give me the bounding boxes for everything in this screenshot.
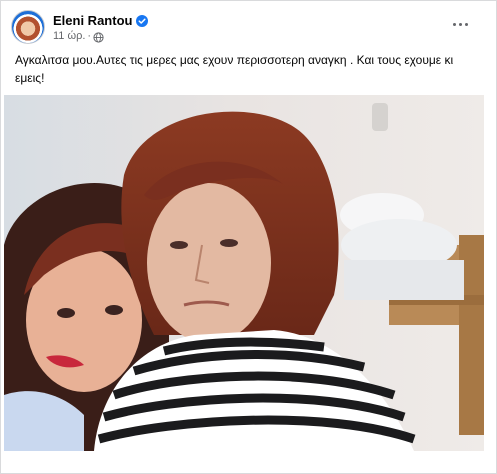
facebook-post: Eleni Rantou 11 ώρ. · Αγκαλιτσα μου.Αυτε… — [0, 0, 497, 474]
post-photo[interactable] — [4, 95, 484, 451]
post-time[interactable]: 11 ώρ. — [53, 30, 85, 42]
timestamp-row: 11 ώρ. · — [53, 29, 148, 43]
separator: · — [87, 29, 92, 42]
more-options-icon[interactable] — [448, 17, 472, 31]
avatar[interactable] — [11, 10, 45, 44]
author-name[interactable]: Eleni Rantou — [53, 13, 132, 28]
verified-badge-icon — [136, 14, 149, 27]
post-meta: Eleni Rantou 11 ώρ. · — [53, 13, 149, 43]
post-header: Eleni Rantou 11 ώρ. · — [11, 9, 149, 45]
post-caption: Αγκαλιτσα μου.Αυτες τις μερες μας εχουν … — [15, 53, 454, 85]
author-row: Eleni Rantou — [53, 13, 149, 28]
globe-icon — [93, 30, 104, 43]
selfie-photo — [4, 95, 484, 451]
